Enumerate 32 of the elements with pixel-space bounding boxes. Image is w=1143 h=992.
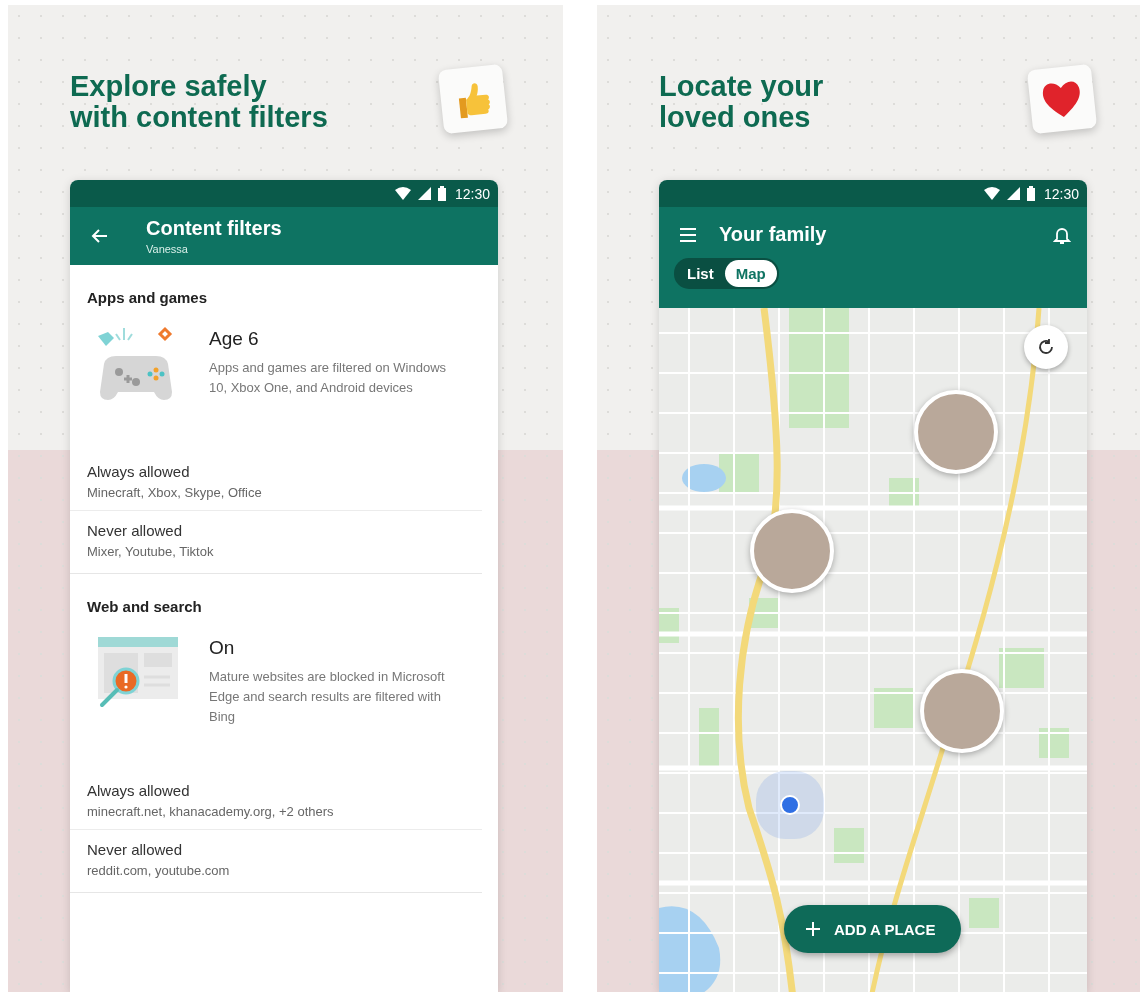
headline: Locate your [659, 71, 824, 102]
wifi-icon [393, 186, 412, 201]
plus-icon [806, 922, 820, 936]
view-tab[interactable]: Map [724, 260, 777, 287]
view-tab[interactable]: List [676, 260, 725, 287]
list-item[interactable]: Never allowed reddit.com, youtube.com [70, 830, 482, 888]
summary-title: Age 6 [209, 328, 260, 350]
back-arrow-icon[interactable] [90, 228, 108, 244]
list-item[interactable]: Always allowed Minecraft, Xbox, Skype, Office [70, 452, 482, 511]
screen-title: Your family [719, 223, 828, 246]
headline: loved ones [659, 102, 811, 133]
add-place-button[interactable]: ADD A PLACE [784, 905, 962, 953]
status-time: 12:30 [1043, 185, 1079, 202]
list-item[interactable]: Always allowed minecraft.net, khanacademy.org, +2 others [70, 771, 482, 830]
section-heading: Apps and games [86, 288, 209, 306]
screen-title: Content filters [146, 217, 282, 240]
status-time: 12:30 [454, 185, 490, 202]
summary-title: On [209, 637, 236, 659]
screen-subtitle: Vanessa [146, 243, 189, 255]
battery-icon [1025, 186, 1036, 201]
wifi-icon [982, 186, 1001, 201]
menu-icon[interactable] [679, 225, 697, 244]
summary-description: Apps and games are filtered on Windows 10, Xbox One, and Android devices [209, 359, 447, 397]
battery-icon [436, 186, 447, 201]
refresh-icon [1037, 338, 1055, 356]
headline: Explore safely [70, 71, 268, 102]
list-item[interactable]: Never allowed Mixer, Youtube, Tiktok [70, 511, 482, 569]
signal-icon [1005, 186, 1021, 201]
signal-icon [416, 186, 432, 201]
summary-description: Mature websites are blocked in Microsoft Edge and search results are filtered with Bing [209, 668, 446, 726]
section-heading: Web and search [86, 597, 203, 615]
headline: with content filters [70, 102, 328, 133]
